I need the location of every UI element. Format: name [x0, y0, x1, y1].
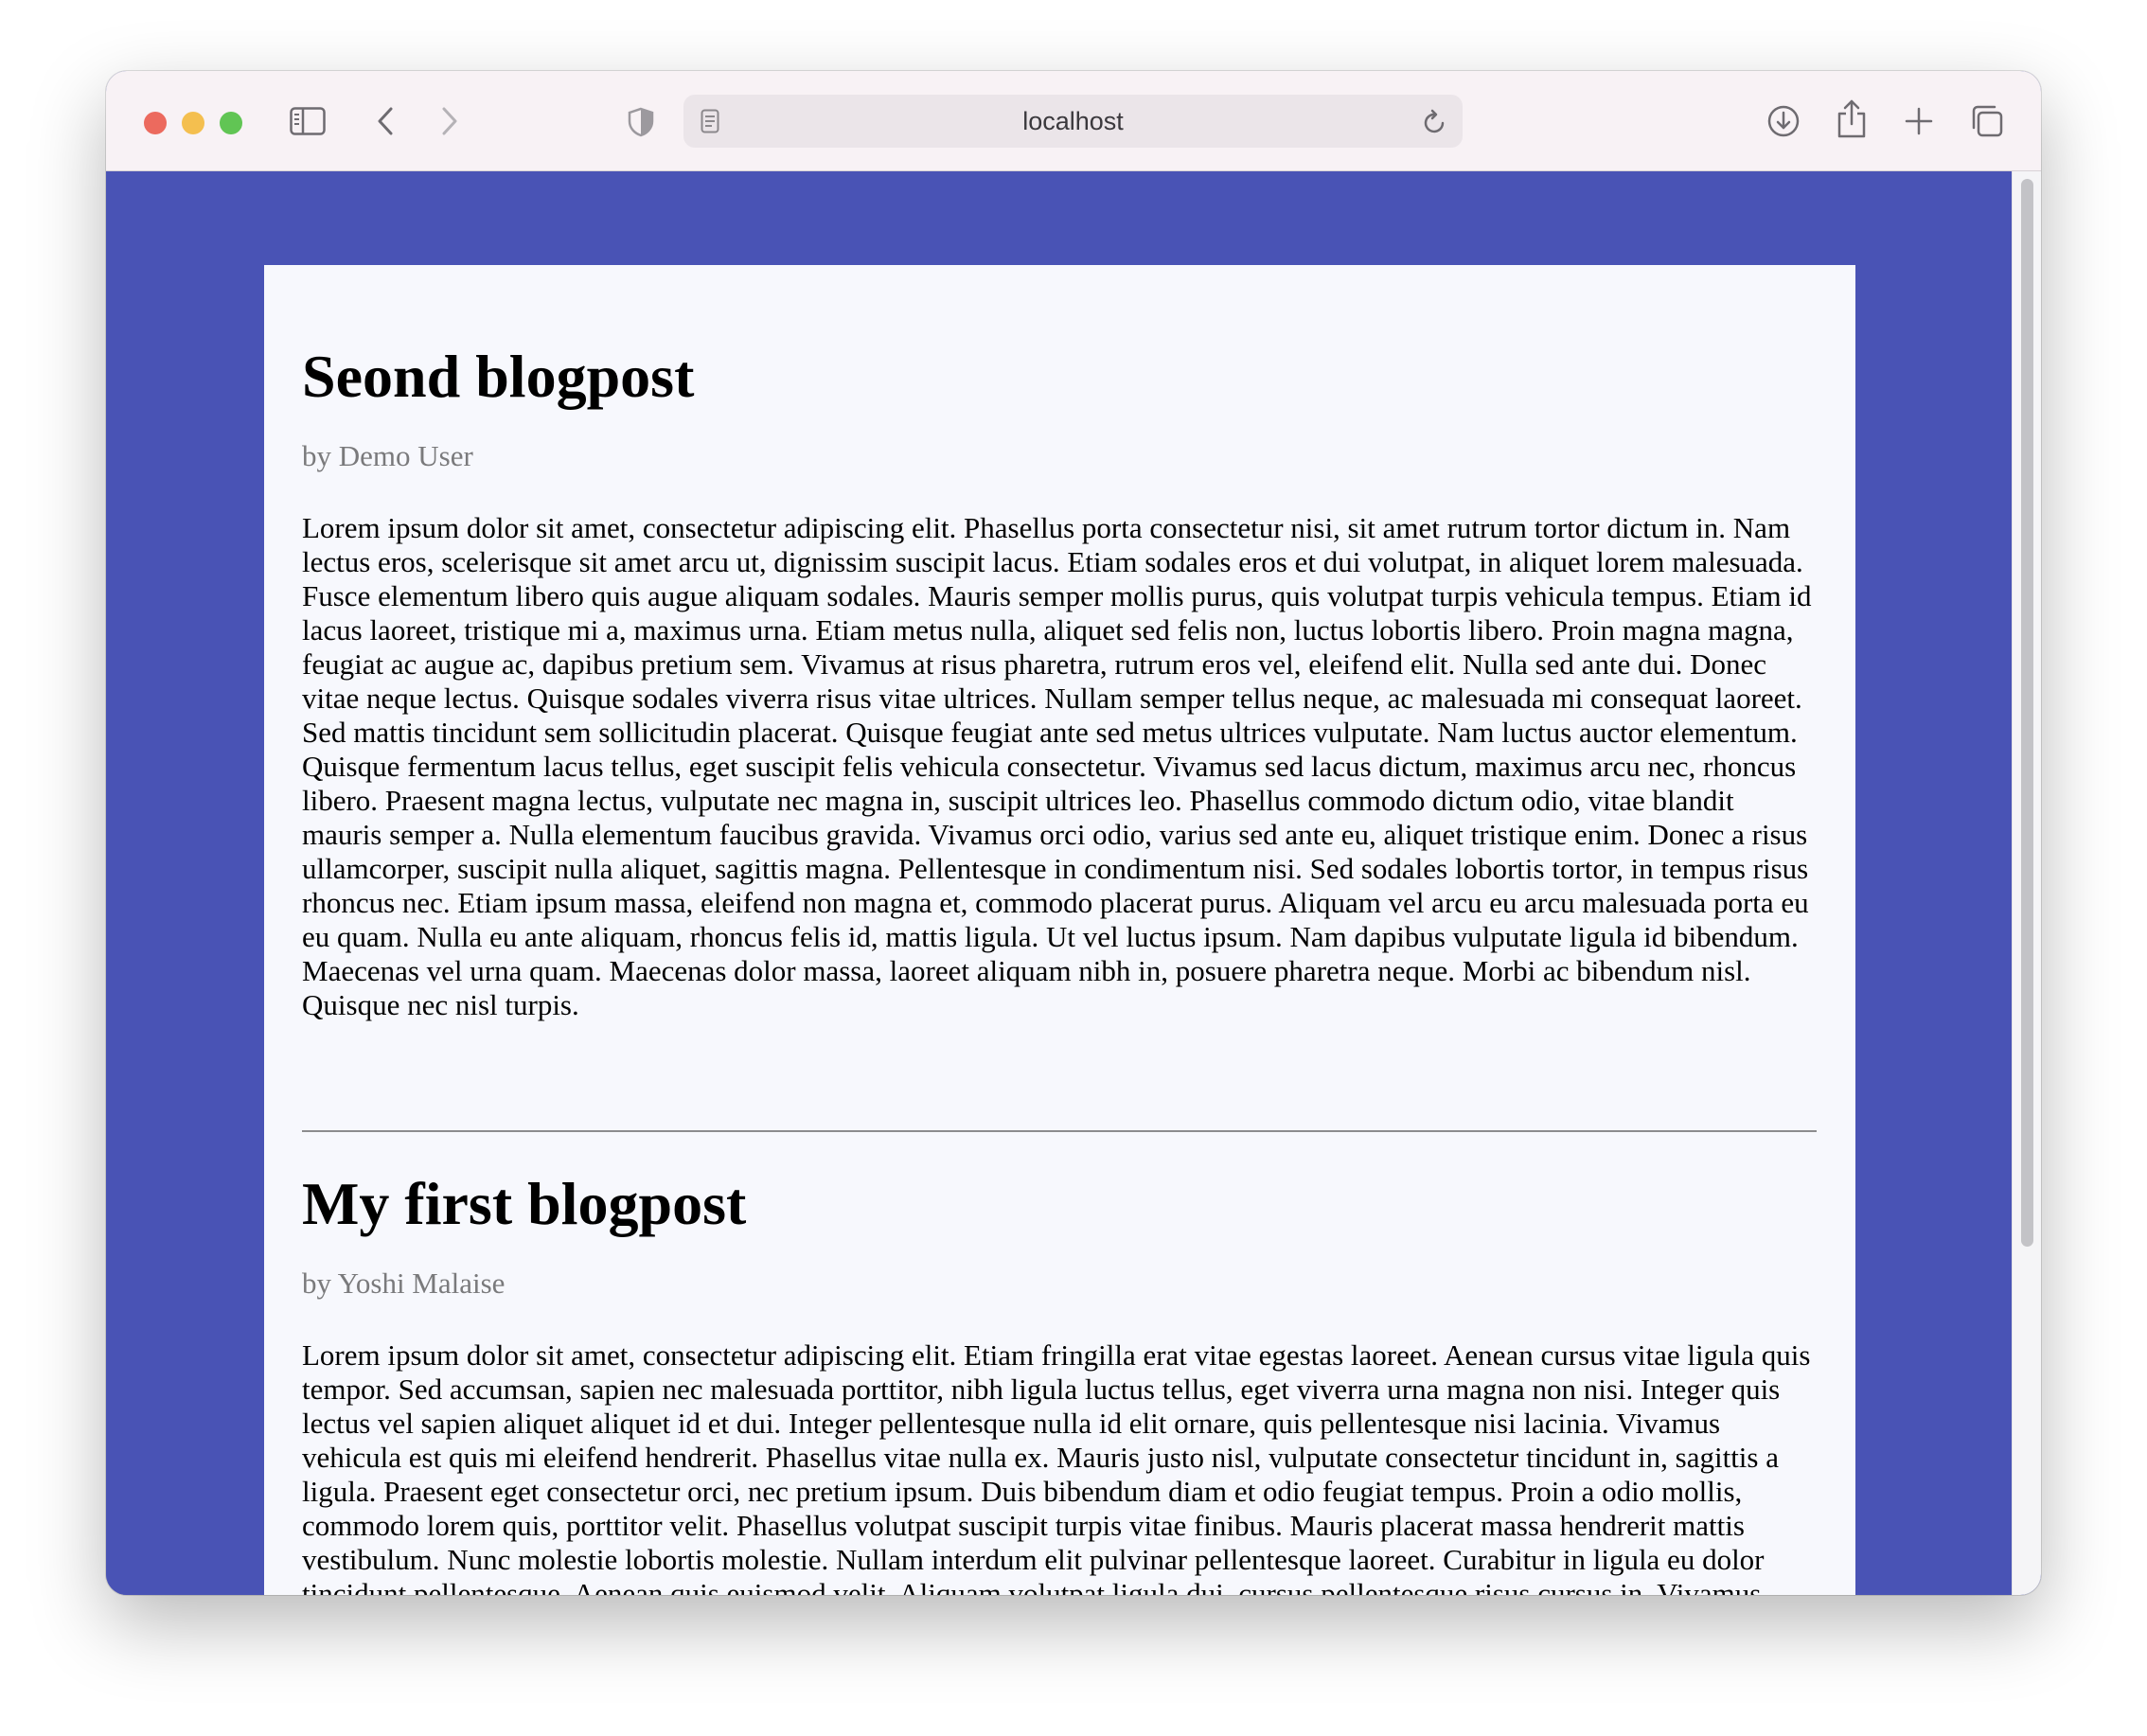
share-icon[interactable] [1835, 97, 1869, 139]
minimize-window-button[interactable] [182, 112, 204, 134]
sidebar-icon[interactable] [289, 104, 327, 138]
post-body: Lorem ipsum dolor sit amet, consectetur … [302, 511, 1812, 1021]
download-icon[interactable] [1765, 102, 1802, 140]
browser-toolbar: localhost [106, 71, 2041, 171]
blog-content: Seond blogpost by Demo User Lorem ipsum … [264, 265, 1855, 1595]
chevron-right-icon[interactable] [437, 103, 462, 139]
plus-icon[interactable] [1903, 105, 1935, 137]
post-title: My first blogpost [302, 1170, 747, 1237]
blog-post: Seond blogpost by Demo User Lorem ipsum … [302, 341, 1817, 1022]
scrollbar-thumb[interactable] [2021, 179, 2033, 1247]
post-author: by Yoshi Malaise [302, 1267, 506, 1300]
scrollbar[interactable] [2012, 171, 2041, 1595]
close-window-button[interactable] [144, 112, 167, 134]
url-text[interactable]: localhost [683, 95, 1463, 148]
shield-icon[interactable] [625, 105, 657, 139]
page-viewport[interactable]: Seond blogpost by Demo User Lorem ipsum … [106, 171, 2041, 1595]
reload-icon[interactable] [1422, 108, 1448, 136]
post-body: Lorem ipsum dolor sit amet, consectetur … [302, 1338, 1811, 1595]
browser-window: localhost Seond blogpost by Demo User Lo… [106, 71, 2041, 1595]
zoom-window-button[interactable] [220, 112, 242, 134]
post-author: by Demo User [302, 439, 473, 472]
tab-overview-icon[interactable] [1969, 103, 2005, 139]
blog-post: My first blogpost by Yoshi Malaise Lorem… [302, 1094, 1817, 1595]
post-title: Seond blogpost [302, 343, 695, 410]
chevron-left-icon[interactable] [373, 103, 398, 139]
address-bar[interactable]: localhost [683, 95, 1463, 148]
